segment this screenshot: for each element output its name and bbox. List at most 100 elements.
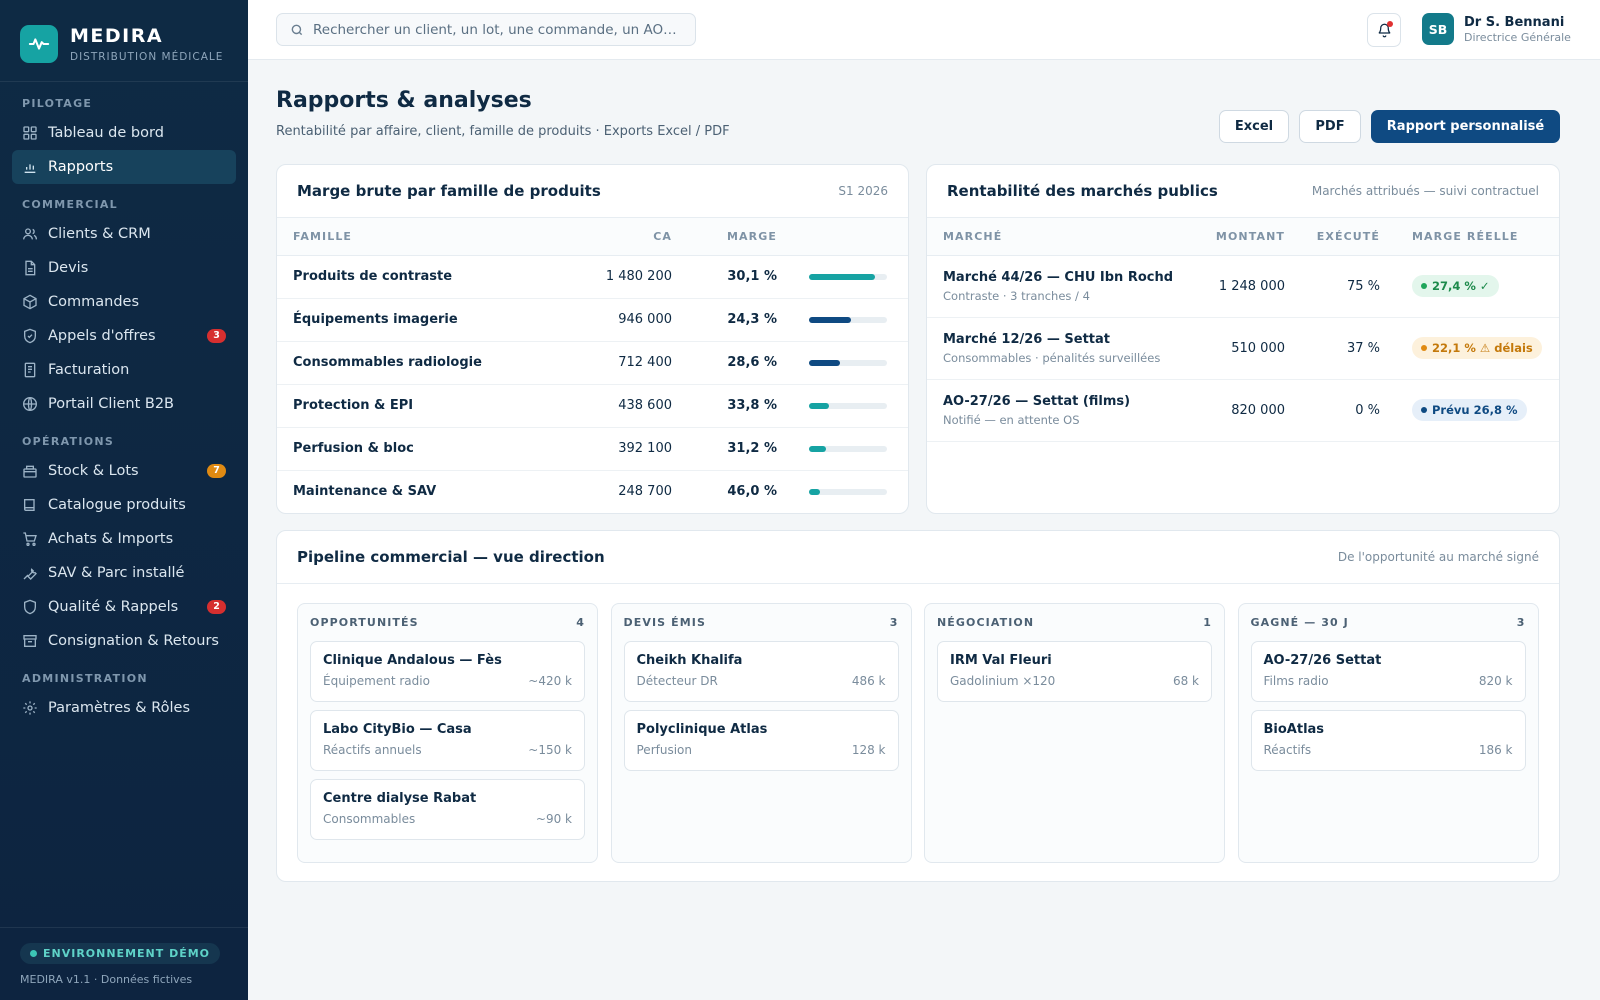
- pipeline-column: GAGNÉ — 30 J 3 AO-27/26 Settat Films radio 8…: [1237, 603, 1539, 863]
- bar-cell: [777, 341, 908, 385]
- sidebar-item-label: Paramètres & Rôles: [48, 700, 190, 716]
- sidebar-item-tableau-de-bord[interactable]: Tableau de bord: [12, 116, 236, 150]
- table-row[interactable]: AO-27/26 — Settat (films) Notifié — en at…: [927, 379, 1559, 442]
- bar-cell: [777, 470, 908, 513]
- deal-detail: Réactifs: [1263, 743, 1312, 757]
- sidebar-item-rapports[interactable]: Rapports: [12, 150, 236, 184]
- user-name: Dr S. Bennani: [1464, 14, 1565, 30]
- sidebar: MEDIRA DISTRIBUTION MÉDICALE PILOTAGE Ta…: [0, 0, 248, 1000]
- pipeline-column: DEVIS ÉMIS 3 Cheikh Khalifa Détecteur DR 486…: [610, 603, 912, 863]
- notification-badge: 3: [207, 329, 226, 343]
- deal-value: ~420 k: [528, 674, 572, 688]
- margin-progress-bar: [809, 273, 887, 280]
- status-text: Prévu 26,8 %: [1432, 403, 1518, 417]
- export-excel-button[interactable]: Excel: [1219, 110, 1289, 143]
- pipeline-column: NÉGOCIATION 1 IRM Val Fleuri Gadolinium ×12…: [924, 603, 1225, 863]
- shield-check-icon: [24, 599, 36, 615]
- markets-table: MARCHÉ MONTANT EXÉCUTÉ MARGE RÉELLE Marc…: [927, 218, 1559, 442]
- box-icon: [23, 294, 37, 310]
- table-row[interactable]: Protection & EPI 438 600 33,8 %: [277, 384, 908, 428]
- sidebar-item-achats-imports[interactable]: Achats & Imports: [12, 522, 236, 556]
- sidebar-item-facturation[interactable]: Facturation: [12, 353, 236, 387]
- sidebar-item-portail-b2b[interactable]: Portail Client B2B: [12, 387, 236, 421]
- famille-cell: Consommables radiologie: [277, 341, 562, 385]
- pipeline-column-title: DEVIS ÉMIS: [623, 616, 706, 629]
- table-row[interactable]: Équipements imagerie 946 000 24,3 %: [277, 298, 908, 342]
- page-title: Rapports & analyses: [276, 88, 532, 113]
- table-row[interactable]: Consommables radiologie 712 400 28,6 %: [277, 341, 908, 385]
- nav-section-commercial: COMMERCIAL: [22, 198, 118, 211]
- sidebar-item-label: Rapports: [48, 159, 114, 175]
- sidebar-item-appels-offres[interactable]: Appels d'offres 3: [12, 319, 236, 353]
- sidebar-item-consignation[interactable]: Consignation & Retours: [12, 624, 236, 658]
- margin-progress-bar: [809, 445, 887, 452]
- table-row[interactable]: Marché 44/26 — CHU Ibn Rochd Contraste · …: [927, 255, 1559, 318]
- custom-report-button[interactable]: Rapport personnalisé: [1371, 110, 1560, 143]
- shield-icon: [24, 328, 36, 344]
- export-pdf-button[interactable]: PDF: [1299, 110, 1361, 143]
- deal-card[interactable]: AO-27/26 Settat Films radio 820 k: [1250, 641, 1526, 702]
- cart-icon: [23, 532, 37, 546]
- search-input[interactable]: Rechercher un client, un lot, une comman…: [276, 13, 696, 46]
- card-title: Marge brute par famille de produits: [297, 182, 601, 200]
- table-row[interactable]: Perfusion & bloc 392 100 31,2 %: [277, 427, 908, 471]
- column-header-marge: MARGE: [672, 218, 777, 256]
- execute-cell: 0 %: [1285, 379, 1380, 442]
- table-header-row: MARCHÉ MONTANT EXÉCUTÉ MARGE RÉELLE: [927, 218, 1559, 256]
- sidebar-item-devis[interactable]: Devis: [12, 251, 236, 285]
- period-label: S1 2026: [838, 184, 888, 198]
- dashboard-icon: [23, 126, 37, 140]
- sidebar-footer: ENVIRONNEMENT DÉMO MEDIRA v1.1 · Données…: [0, 927, 248, 1000]
- margin-table: FAMILLE CA MARGE Produits de contraste 1 …: [277, 218, 908, 513]
- status-badge: 22,1 % ⚠ délais: [1412, 337, 1542, 359]
- execute-cell: 37 %: [1285, 317, 1380, 380]
- deal-card[interactable]: Polyclinique Atlas Perfusion 128 k: [623, 710, 899, 771]
- notifications-button[interactable]: [1367, 13, 1401, 47]
- status-text: 27,4 % ✓: [1432, 279, 1490, 293]
- deal-detail: Films radio: [1263, 674, 1329, 688]
- marge-cell: 28,6 %: [672, 341, 777, 385]
- deal-card[interactable]: Clinique Andalous — Fès Équipement radio ~…: [310, 641, 585, 702]
- deal-card[interactable]: Cheikh Khalifa Détecteur DR 486 k: [623, 641, 899, 702]
- ca-cell: 712 400: [562, 341, 672, 385]
- table-row[interactable]: Marché 12/26 — Settat Consommables · péna…: [927, 317, 1559, 380]
- deal-card[interactable]: Centre dialyse Rabat Consommables ~90 k: [310, 779, 585, 840]
- document-icon: [25, 260, 36, 276]
- page-subtitle: Rentabilité par affaire, client, famille…: [276, 124, 730, 139]
- sidebar-item-parametres[interactable]: Paramètres & Rôles: [12, 691, 236, 725]
- sidebar-item-clients-crm[interactable]: Clients & CRM: [12, 217, 236, 251]
- pipeline-column-count: 3: [1516, 616, 1526, 629]
- sidebar-item-label: Appels d'offres: [48, 328, 156, 344]
- sidebar-item-commandes[interactable]: Commandes: [12, 285, 236, 319]
- deal-name: Labo CityBio — Casa: [323, 722, 472, 737]
- sidebar-item-label: Facturation: [48, 362, 130, 378]
- column-header-bar: [777, 218, 908, 256]
- sidebar-item-label: SAV & Parc installé: [48, 565, 185, 581]
- sidebar-item-qualite-rappels[interactable]: Qualité & Rappels 2: [12, 590, 236, 624]
- deal-card[interactable]: IRM Val Fleuri Gadolinium ×120 68 k: [937, 641, 1212, 702]
- market-detail: Contraste · 3 tranches / 4: [943, 288, 1090, 303]
- sidebar-item-sav-parc[interactable]: SAV & Parc installé: [12, 556, 236, 590]
- sidebar-item-stock-lots[interactable]: Stock & Lots 7: [12, 454, 236, 488]
- pipeline-column-header: GAGNÉ — 30 J 3: [1251, 616, 1526, 629]
- ca-cell: 1 480 200: [562, 255, 672, 299]
- deal-card[interactable]: Labo CityBio — Casa Réactifs annuels ~150 …: [310, 710, 585, 771]
- sidebar-item-catalogue[interactable]: Catalogue produits: [12, 488, 236, 522]
- card-title: Pipeline commercial — vue direction: [297, 548, 605, 566]
- store-icon: [23, 635, 37, 647]
- pipeline-column-count: 3: [889, 616, 899, 629]
- pipeline-column-header: NÉGOCIATION 1: [937, 616, 1212, 629]
- sidebar-item-label: Achats & Imports: [48, 531, 174, 547]
- deal-card[interactable]: BioAtlas Réactifs 186 k: [1250, 710, 1526, 771]
- table-row[interactable]: Produits de contraste 1 480 200 30,1 %: [277, 255, 908, 299]
- pipeline-card: Pipeline commercial — vue direction De l…: [276, 530, 1560, 882]
- user-menu[interactable]: SB Dr S. Bennani Directrice Générale: [1422, 13, 1571, 45]
- bar-cell: [777, 298, 908, 342]
- brand[interactable]: MEDIRA DISTRIBUTION MÉDICALE: [0, 0, 248, 82]
- status-dot: [1421, 283, 1427, 289]
- deal-detail: Gadolinium ×120: [950, 674, 1056, 688]
- table-row[interactable]: Maintenance & SAV 248 700 46,0 %: [277, 470, 908, 513]
- gear-icon: [23, 701, 37, 715]
- sidebar-item-label: Devis: [48, 260, 89, 276]
- pipeline-column-header: DEVIS ÉMIS 3: [624, 616, 899, 629]
